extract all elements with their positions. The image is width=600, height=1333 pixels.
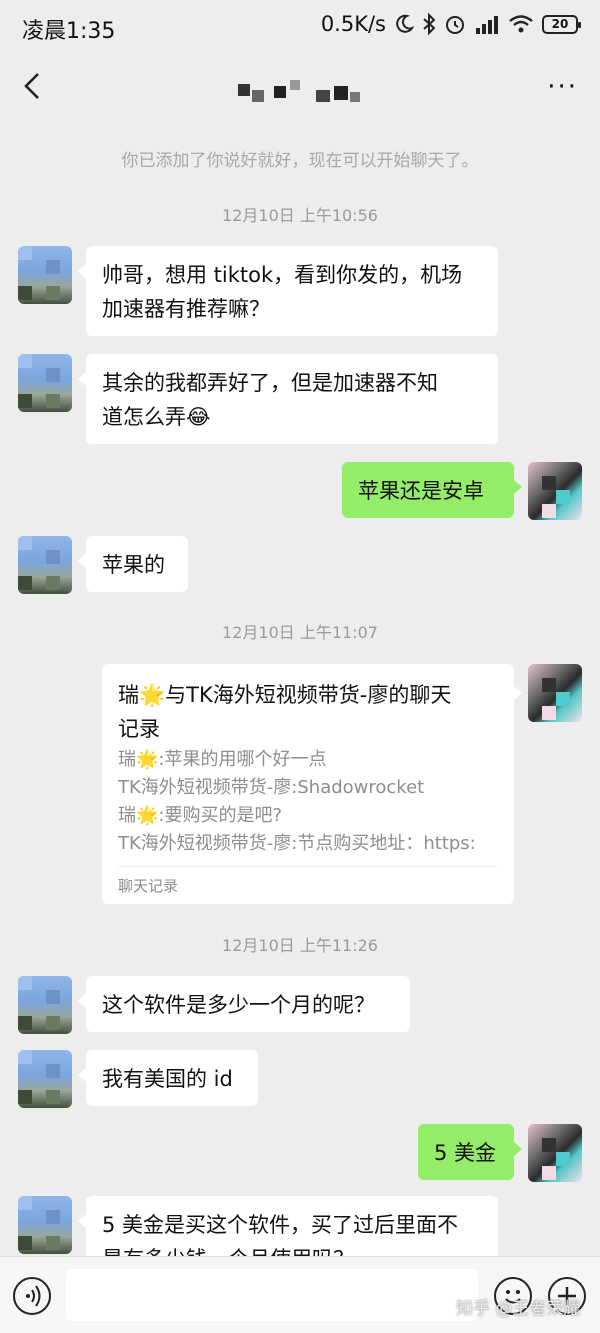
forwarded-chat-record-card[interactable]: 瑞🌟与TK海外短视频带货-廖的聊天 记录 瑞🌟:苹果的用哪个好一点 TK海外短视… xyxy=(102,664,522,904)
wifi-icon xyxy=(509,15,533,33)
battery-level: 20 xyxy=(551,17,569,31)
message-bubble[interactable]: 5 美金 xyxy=(418,1124,522,1180)
status-time: 凌晨1:35 xyxy=(22,19,116,44)
avatar[interactable] xyxy=(18,354,72,412)
card-line: TK海外短视频带货-廖:节点购买地址：https: xyxy=(118,833,476,854)
message-bubble[interactable]: 这个软件是多少一个月的呢？ xyxy=(78,976,410,1032)
signal-icon xyxy=(476,16,498,34)
card-line: TK海外短视频带货-廖:Shadowrocket xyxy=(118,777,425,798)
message-bubble[interactable]: 我有美国的 id xyxy=(78,1050,258,1106)
watermark: 知乎 @王者荣耀 xyxy=(456,1299,581,1319)
network-speed: 0.5K/s xyxy=(320,12,386,36)
battery-icon: 20 xyxy=(542,14,581,34)
message-text: 帅哥，想用 tiktok，看到你发的，机场 xyxy=(102,263,463,287)
message-text: 其余的我都弄好了，但是加速器不知 xyxy=(102,371,438,395)
message-text: 苹果还是安卓 xyxy=(358,479,484,503)
status-bar: 凌晨1:35 0.5K/s 20 xyxy=(0,0,600,52)
avatar-self[interactable] xyxy=(528,1124,582,1182)
avatar[interactable] xyxy=(18,536,72,594)
message-bubble[interactable]: 帅哥，想用 tiktok，看到你发的，机场 加速器有推荐嘛？ xyxy=(78,246,498,336)
bluetooth-icon xyxy=(423,13,436,35)
message-text: 5 美金 xyxy=(434,1141,497,1165)
message-text: 道怎么弄😂 xyxy=(102,405,211,429)
timestamp: 12月10日 上午11:26 xyxy=(222,936,378,955)
system-notice: 你已添加了你说好就好，现在可以开始聊天了。 xyxy=(121,151,479,171)
chevron-left-icon[interactable] xyxy=(14,66,54,106)
card-line: 瑞🌟:要购买的是吧? xyxy=(118,805,283,826)
card-footer: 聊天记录 xyxy=(118,866,498,896)
message-text: 这个软件是多少一个月的呢？ xyxy=(102,993,375,1017)
timestamp: 12月10日 上午10:56 xyxy=(222,206,378,225)
message-text: 我有美国的 id xyxy=(102,1067,233,1091)
avatar-self[interactable] xyxy=(528,664,582,722)
chat-title-pixelated xyxy=(238,76,362,104)
avatar-self[interactable] xyxy=(528,462,582,520)
more-options-button[interactable]: ··· xyxy=(547,72,578,102)
message-text: 苹果的 xyxy=(102,553,165,577)
message-input[interactable] xyxy=(66,1269,478,1321)
avatar[interactable] xyxy=(18,1196,72,1254)
nav-bar: ··· xyxy=(0,56,600,118)
card-title: 瑞🌟与TK海外短视频带货-廖的聊天 xyxy=(118,683,452,707)
card-title: 记录 xyxy=(118,717,160,741)
message-bubble[interactable]: 其余的我都弄好了，但是加速器不知 道怎么弄😂 xyxy=(78,354,498,444)
message-bubble[interactable]: 苹果的 xyxy=(78,536,188,592)
card-line: 瑞🌟:苹果的用哪个好一点 xyxy=(118,749,327,770)
message-text: 5 美金是买这个软件，买了过后里面不 xyxy=(102,1213,459,1237)
message-text: 加速器有推荐嘛？ xyxy=(102,297,270,321)
avatar[interactable] xyxy=(18,976,72,1034)
alarm-icon xyxy=(446,16,464,34)
avatar[interactable] xyxy=(18,1050,72,1108)
voice-icon[interactable] xyxy=(13,1277,51,1315)
message-bubble[interactable]: 苹果还是安卓 xyxy=(342,462,522,518)
avatar[interactable] xyxy=(18,246,72,304)
timestamp: 12月10日 上午11:07 xyxy=(222,623,378,642)
status-icons: 0.5K/s 20 xyxy=(320,12,581,36)
moon-icon xyxy=(396,14,414,33)
